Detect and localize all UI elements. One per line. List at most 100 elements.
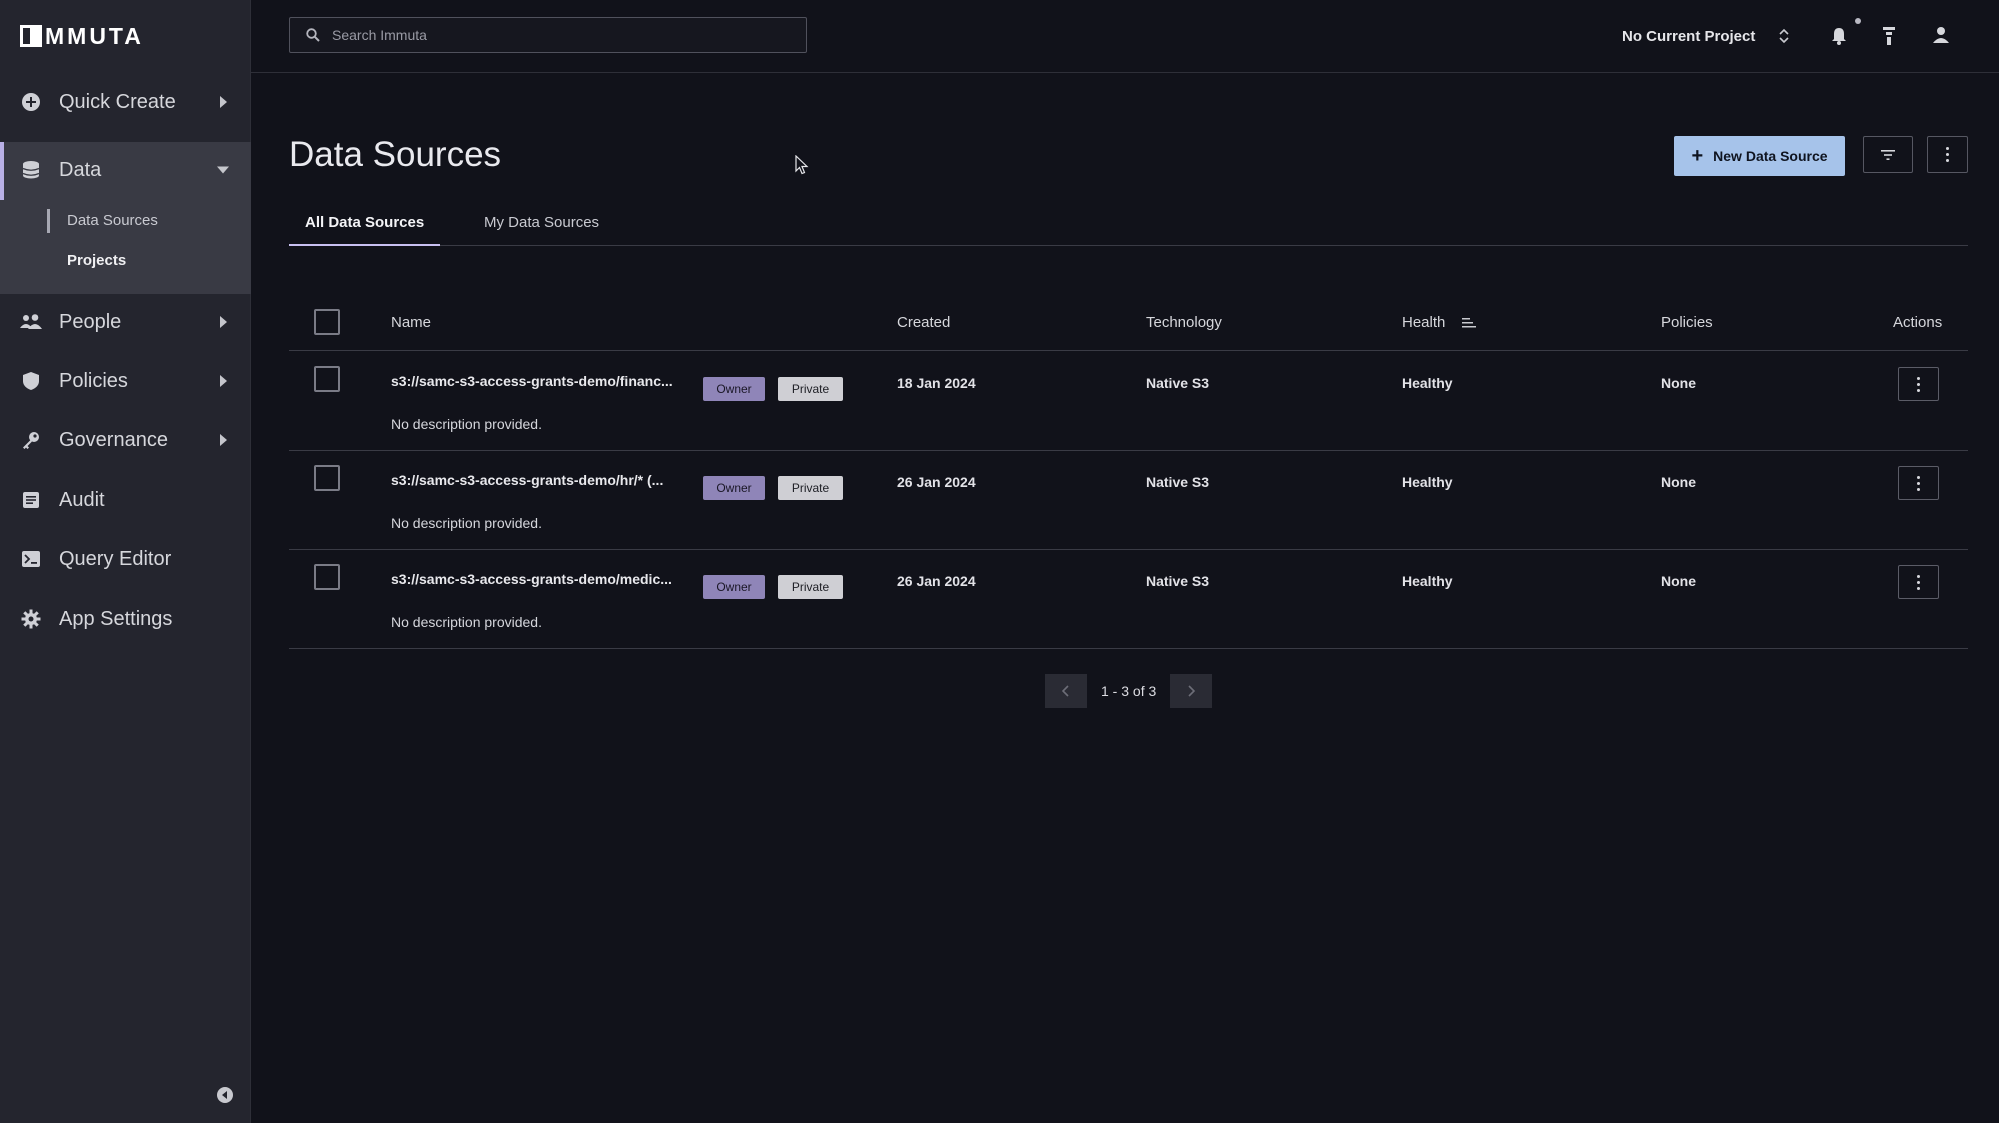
health-status: Healthy	[1402, 474, 1453, 490]
row-actions-button[interactable]	[1898, 466, 1939, 500]
created-date: 26 Jan 2024	[897, 573, 976, 589]
chevron-down-icon	[217, 166, 229, 174]
sidebar-item-audit[interactable]: Audit	[0, 470, 251, 530]
policies-value: None	[1661, 375, 1696, 391]
user-account-icon[interactable]	[1932, 26, 1952, 46]
search-input[interactable]	[332, 27, 772, 43]
database-icon	[20, 159, 42, 181]
policies-value: None	[1661, 573, 1696, 589]
people-icon	[20, 311, 42, 333]
technology-value: Native S3	[1146, 573, 1210, 589]
sidebar-item-policies[interactable]: Policies	[0, 351, 251, 411]
chevron-right-icon	[220, 375, 227, 387]
sidebar-subitem-data-sources[interactable]: Data Sources	[67, 212, 158, 229]
kebab-menu-icon	[1917, 376, 1920, 392]
chevron-right-icon	[1188, 685, 1196, 697]
kebab-menu-icon	[1946, 147, 1949, 162]
owner-badge: Owner	[703, 575, 765, 599]
technology-value: Native S3	[1146, 375, 1210, 391]
chevron-left-icon	[1062, 685, 1069, 697]
table-row[interactable]: s3://samc-s3-access-grants-demo/medic...…	[289, 550, 1968, 649]
private-badge: Private	[778, 377, 843, 401]
sidebar-item-label: Data	[59, 158, 102, 181]
kebab-menu-icon	[1917, 475, 1920, 491]
audit-log-icon	[20, 489, 42, 511]
key-icon	[20, 429, 42, 451]
plus-icon: +	[1691, 144, 1704, 167]
filter-button[interactable]	[1863, 136, 1913, 173]
row-actions-button[interactable]	[1898, 565, 1939, 599]
next-page-button[interactable]	[1170, 674, 1213, 708]
chevron-right-icon	[220, 434, 227, 446]
more-options-button[interactable]	[1927, 136, 1968, 173]
data-source-description: No description provided.	[391, 416, 542, 432]
sidebar-item-label: Policies	[59, 369, 128, 392]
select-all-checkbox[interactable]	[314, 309, 340, 335]
sidebar: MMUTA Quick Create Data Data Sources Pro…	[0, 0, 251, 1123]
filter-funnel-icon[interactable]	[1882, 26, 1902, 46]
notification-dot-icon	[1855, 18, 1861, 24]
column-header-actions: Actions	[1893, 314, 1943, 331]
data-source-name-link[interactable]: s3://samc-s3-access-grants-demo/financ..…	[391, 373, 681, 389]
table-row[interactable]: s3://samc-s3-access-grants-demo/financ..…	[289, 352, 1968, 451]
tab-all-data-sources[interactable]: All Data Sources	[289, 206, 441, 246]
tab-bar: All Data Sources My Data Sources	[289, 206, 1968, 246]
sidebar-item-people[interactable]: People	[0, 292, 251, 352]
data-source-name-link[interactable]: s3://samc-s3-access-grants-demo/medic...	[391, 571, 681, 587]
search-icon	[306, 28, 320, 42]
sidebar-item-query-editor[interactable]: Query Editor	[0, 529, 251, 589]
bell-icon[interactable]	[1830, 26, 1850, 46]
table-header: Name Created Technology Health Policies …	[289, 293, 1968, 351]
column-header-policies[interactable]: Policies	[1661, 314, 1713, 331]
previous-page-button[interactable]	[1045, 674, 1087, 708]
policies-value: None	[1661, 474, 1696, 490]
mouse-pointer-icon	[795, 154, 809, 180]
column-header-name[interactable]: Name	[391, 314, 431, 331]
sidebar-item-governance[interactable]: Governance	[0, 410, 251, 470]
sidebar-item-label: Quick Create	[59, 90, 176, 113]
row-actions-button[interactable]	[1898, 367, 1939, 401]
collapse-sidebar-icon[interactable]	[217, 1087, 233, 1103]
row-checkbox[interactable]	[314, 465, 340, 491]
chevron-right-icon	[220, 316, 227, 328]
owner-badge: Owner	[703, 476, 765, 500]
tab-my-data-sources[interactable]: My Data Sources	[484, 206, 599, 246]
row-checkbox[interactable]	[314, 366, 340, 392]
row-checkbox[interactable]	[314, 564, 340, 590]
owner-badge: Owner	[703, 377, 765, 401]
pagination-label: 1 - 3 of 3	[1101, 683, 1157, 699]
logo-mark-icon	[20, 25, 42, 47]
new-data-source-button[interactable]: + New Data Source	[1674, 136, 1845, 176]
sidebar-item-app-settings[interactable]: App Settings	[0, 589, 251, 649]
plus-circle-icon	[20, 91, 42, 113]
sort-icon[interactable]	[1462, 316, 1476, 334]
pagination: 1 - 3 of 3	[1045, 674, 1213, 708]
column-header-technology[interactable]: Technology	[1146, 314, 1222, 331]
sidebar-subitem-projects[interactable]: Projects	[67, 252, 126, 269]
current-project-label[interactable]: No Current Project	[1622, 28, 1755, 45]
private-badge: Private	[778, 575, 843, 599]
column-header-created[interactable]: Created	[897, 314, 950, 331]
immuta-logo[interactable]: MMUTA	[20, 22, 144, 49]
logo-text: MMUTA	[45, 22, 144, 49]
technology-value: Native S3	[1146, 474, 1210, 490]
created-date: 18 Jan 2024	[897, 375, 976, 391]
sidebar-item-data[interactable]: Data	[0, 140, 251, 200]
page-title: Data Sources	[289, 135, 502, 174]
table-row[interactable]: s3://samc-s3-access-grants-demo/hr/* (..…	[289, 451, 1968, 550]
project-switch-icon[interactable]	[1779, 28, 1789, 49]
health-status: Healthy	[1402, 573, 1453, 589]
private-badge: Private	[778, 476, 843, 500]
sidebar-item-quick-create[interactable]: Quick Create	[0, 72, 251, 132]
sidebar-item-label: App Settings	[59, 607, 173, 630]
filter-lines-icon	[1881, 149, 1895, 160]
new-data-source-label: New Data Source	[1713, 148, 1828, 164]
data-source-description: No description provided.	[391, 515, 542, 531]
main-content: Data Sources + New Data Source All Data …	[251, 73, 1999, 1123]
sidebar-item-label: Query Editor	[59, 547, 172, 570]
column-header-health[interactable]: Health	[1402, 314, 1445, 331]
data-source-name-link[interactable]: s3://samc-s3-access-grants-demo/hr/* (..…	[391, 472, 681, 488]
active-indicator	[47, 209, 50, 233]
search-box[interactable]	[289, 17, 807, 53]
created-date: 26 Jan 2024	[897, 474, 976, 490]
